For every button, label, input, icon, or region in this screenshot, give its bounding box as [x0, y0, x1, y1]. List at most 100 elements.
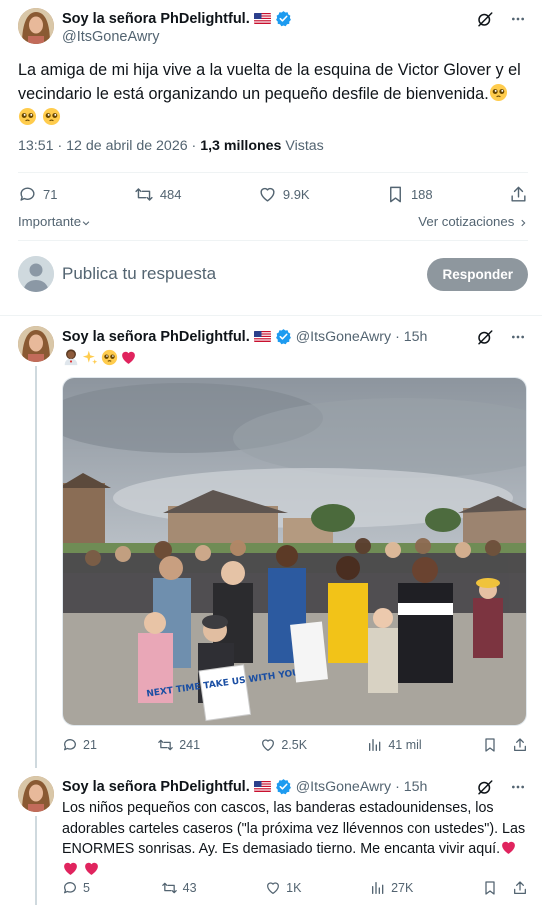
bookmark-icon[interactable] — [482, 880, 498, 896]
repost-action[interactable]: 43 — [161, 880, 197, 896]
divider — [18, 240, 528, 241]
secondary-actions — [482, 880, 528, 896]
astronaut-emoji-icon — [62, 348, 80, 366]
views-chart-icon — [367, 737, 383, 753]
repost-count: 43 — [182, 881, 197, 895]
grok-icon[interactable] — [476, 10, 494, 28]
author-name[interactable]: Soy la señora PhDelightful. — [62, 329, 250, 345]
verified-badge-icon — [275, 10, 292, 27]
chevron-down-icon — [81, 218, 91, 228]
tweet-date[interactable]: 12 de abril de 2026 — [66, 138, 187, 154]
sort-relevance-dropdown[interactable]: Importante — [18, 214, 91, 229]
heart-icon — [260, 737, 276, 753]
tweet-age[interactable]: · 15h — [395, 329, 427, 345]
reply-input[interactable]: Publica tu respuesta — [62, 264, 427, 284]
views-action[interactable]: 27K — [370, 880, 413, 896]
author-name[interactable]: Soy la señora PhDelightful. — [62, 779, 250, 795]
red-heart-emoji-icon — [83, 860, 100, 877]
repost-icon — [161, 880, 178, 896]
reply-composer: Publica tu respuesta Responder — [18, 254, 528, 294]
pleading-face-emoji-icon — [18, 107, 37, 126]
tweet-top-actions — [476, 10, 526, 28]
more-options-icon[interactable] — [510, 779, 526, 795]
red-heart-emoji-icon — [500, 839, 517, 856]
share-icon[interactable] — [512, 737, 528, 753]
view-quotes-label: Ver cotizaciones — [418, 214, 515, 229]
author-avatar[interactable] — [18, 326, 54, 362]
author-avatar[interactable] — [18, 8, 54, 44]
more-options-icon[interactable] — [510, 329, 526, 345]
engagement-bar: 71 484 9.9K 188 — [18, 185, 528, 204]
reply-icon — [18, 185, 37, 204]
chevron-right-icon — [518, 218, 528, 228]
reply-count: 71 — [43, 187, 58, 202]
views-action[interactable]: 41 mil — [367, 737, 422, 753]
grok-icon[interactable] — [476, 778, 494, 796]
view-quotes-link[interactable]: Ver cotizaciones — [418, 214, 528, 229]
divider — [0, 315, 542, 316]
like-action[interactable]: 2.5K — [260, 737, 307, 753]
reply-sort-row: Importante Ver cotizaciones — [18, 214, 528, 229]
bookmark-icon[interactable] — [482, 737, 498, 753]
tweet-top-actions — [476, 328, 526, 346]
repost-action[interactable]: 484 — [134, 185, 182, 204]
reply-icon — [62, 880, 78, 896]
reply-count: 5 — [83, 881, 90, 895]
author-handle[interactable]: @ItsGoneAwry — [62, 29, 159, 45]
red-heart-emoji-icon — [62, 860, 79, 877]
share-icon — [509, 185, 528, 204]
engagement-bar: 5 43 1K 27K — [62, 880, 528, 896]
bookmark-count: 188 — [410, 187, 433, 202]
divider — [18, 172, 528, 173]
repost-action[interactable]: 241 — [157, 737, 200, 753]
secondary-actions — [482, 737, 528, 753]
thread-line — [35, 816, 37, 905]
engagement-bar: 21 241 2.5K 41 mil — [62, 737, 528, 753]
author-name-row[interactable]: Soy la señora PhDelightful. @ItsGoneAwry… — [62, 328, 427, 345]
tweet-age[interactable]: · 15h — [395, 779, 427, 795]
pleading-face-emoji-icon — [489, 83, 508, 102]
reply-submit-button[interactable]: Responder — [427, 257, 528, 291]
tweet-text: Los niños pequeños con cascos, las bande… — [62, 798, 528, 880]
pleading-face-emoji-icon — [101, 349, 118, 366]
views-count: 1,3 millones — [200, 138, 282, 154]
like-action[interactable]: 1K — [265, 880, 301, 896]
repost-icon — [157, 737, 174, 753]
us-flag-icon — [253, 331, 271, 342]
repost-icon — [134, 185, 154, 204]
emoji-line — [62, 348, 137, 366]
reply-action[interactable]: 5 — [62, 880, 92, 896]
views-label: Vistas — [285, 138, 324, 154]
bookmark-icon — [386, 185, 405, 204]
author-avatar[interactable] — [18, 776, 54, 812]
sort-label: Importante — [18, 214, 82, 229]
us-flag-icon — [253, 781, 271, 792]
more-options-icon[interactable] — [510, 11, 526, 27]
grok-icon[interactable] — [476, 328, 494, 346]
heart-icon — [265, 880, 281, 896]
author-name-row[interactable]: Soy la señora PhDelightful. @ItsGoneAwry… — [62, 778, 427, 795]
pleading-face-emoji-icon — [42, 107, 61, 126]
reply-icon — [62, 737, 78, 753]
thread-line — [35, 366, 37, 768]
reply-action[interactable]: 71 — [18, 185, 57, 204]
tweet-photo[interactable]: NEXT TIME TAKE US WITH YOU — [62, 377, 527, 726]
reply-action[interactable]: 21 — [62, 737, 97, 753]
heart-icon — [258, 185, 277, 204]
share-icon[interactable] — [512, 880, 528, 896]
author-name-row[interactable]: Soy la señora PhDelightful. — [62, 10, 292, 27]
like-action[interactable]: 9.9K — [258, 185, 310, 204]
repost-count: 484 — [159, 187, 182, 202]
author-name[interactable]: Soy la señora PhDelightful. — [62, 11, 250, 27]
tweet-time[interactable]: 13:51 — [18, 138, 54, 154]
like-count: 9.9K — [282, 187, 310, 202]
current-user-avatar[interactable] — [18, 256, 54, 292]
like-count: 1K — [286, 881, 302, 895]
share-action[interactable] — [509, 185, 528, 204]
author-handle[interactable]: @ItsGoneAwry — [296, 329, 391, 345]
tweet-text-content: Los niños pequeños con cascos, las bande… — [62, 800, 526, 857]
verified-badge-icon — [275, 328, 292, 345]
author-handle[interactable]: @ItsGoneAwry — [296, 779, 391, 795]
bookmark-action[interactable]: 188 — [386, 185, 433, 204]
verified-badge-icon — [275, 778, 292, 795]
